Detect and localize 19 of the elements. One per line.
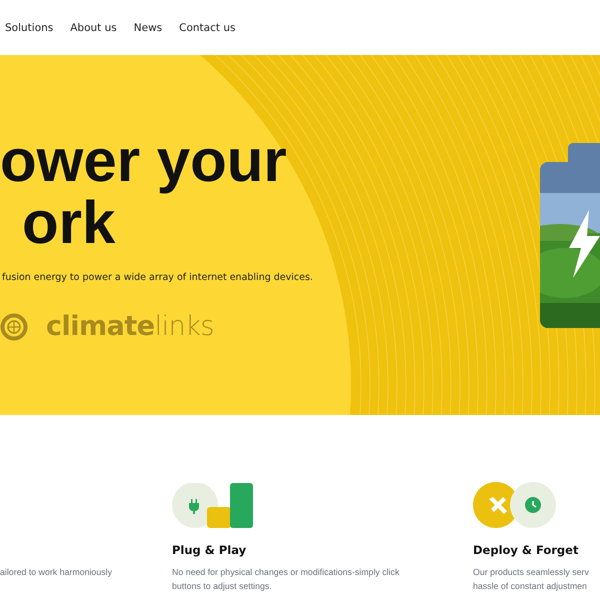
feature-title: Plug & Play	[172, 543, 248, 559]
nav-link[interactable]: About us	[70, 22, 117, 34]
feature-description: No need for physical changes or modifications-simply click	[172, 566, 400, 579]
globe-icon	[0, 312, 28, 340]
feature-title: Deploy & Forget	[473, 543, 580, 559]
feature-description: buttons to adjust settings.	[172, 580, 272, 593]
partner-logo: climatelinks	[46, 311, 214, 342]
tools-and-clock-icon	[473, 482, 557, 528]
nav-link[interactable]: Contact us	[179, 22, 236, 34]
headline: ork	[21, 192, 116, 254]
nav-link[interactable]: Solutions	[5, 22, 54, 34]
hero-subtitle: fusion energy to power a wide array of internet enabling devices.	[2, 272, 314, 283]
nav-link[interactable]: News	[134, 22, 162, 34]
plug-icon	[172, 483, 254, 528]
headline: ower your	[0, 130, 287, 192]
feature-description: hassle of constant adjustmen	[473, 580, 587, 593]
lightning-bolt-icon	[567, 210, 600, 278]
feature-description: ailored to work harmoniously	[0, 566, 112, 579]
feature-description: Our products seamlessly serv	[473, 566, 589, 579]
